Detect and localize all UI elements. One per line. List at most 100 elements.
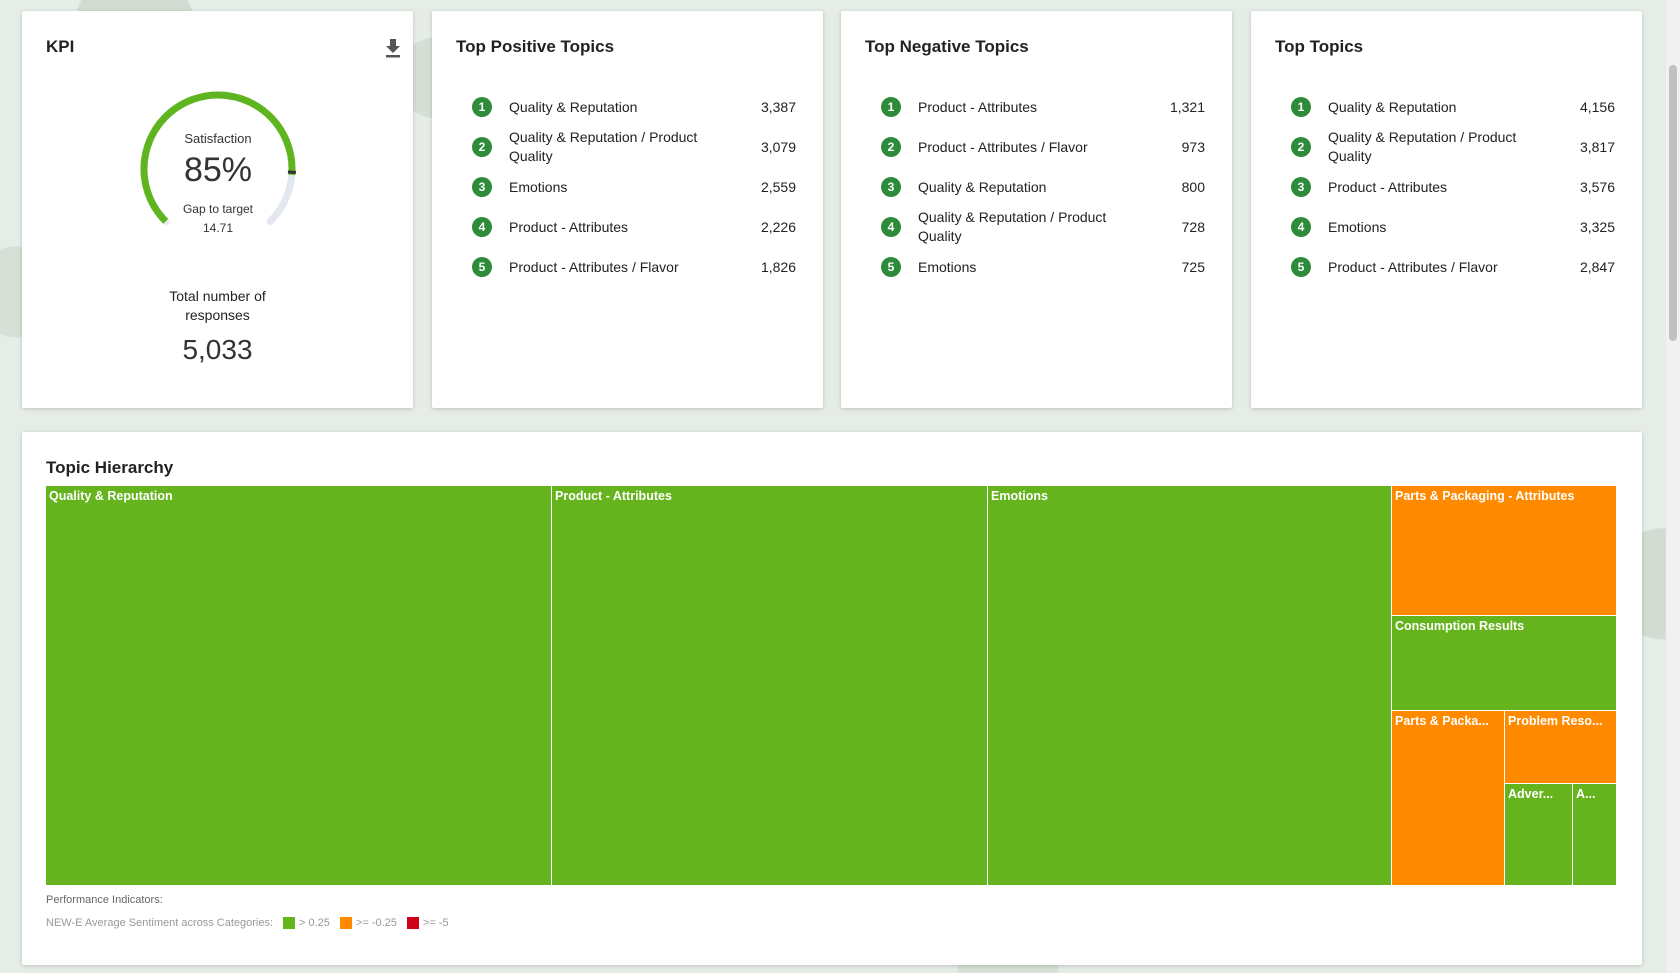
top-topics-title: Top Topics [1275, 37, 1364, 56]
treemap-tile-parts-packaging-attributes[interactable]: Parts & Packaging - Attributes [1392, 486, 1617, 616]
kpi-title: KPI [46, 37, 75, 56]
rank-badge: 4 [472, 217, 492, 237]
rank-badge: 5 [472, 257, 492, 277]
rank-badge: 5 [1291, 257, 1311, 277]
list-item[interactable]: 4 Quality & Reputation / Product Quality 7… [881, 207, 1205, 247]
treemap-tile-consumption-results[interactable]: Consumption Results [1392, 616, 1617, 711]
rank-badge: 3 [881, 177, 901, 197]
legend-item-label: > 0.25 [299, 917, 330, 929]
satisfaction-value: 85% [183, 151, 253, 189]
topic-count: 2,559 [760, 179, 796, 195]
gap-to-target-label: Gap to target [182, 202, 254, 216]
topic-count: 3,387 [760, 99, 796, 115]
gap-to-target-value: 14.71 [202, 221, 234, 235]
rank-badge: 2 [881, 137, 901, 157]
topic-count: 973 [1181, 139, 1205, 155]
rank-badge: 3 [472, 177, 492, 197]
topic-name: Product - Attributes [1328, 178, 1448, 195]
treemap-tile-product-attributes[interactable]: Product - Attributes [552, 486, 988, 886]
topic-name: Quality & Reputation [918, 178, 1047, 195]
topic-count: 2,226 [760, 219, 796, 235]
topic-name: Product - Attributes [509, 218, 629, 235]
topic-name: Quality & Reputation [1328, 98, 1457, 115]
topic-count: 3,079 [760, 139, 796, 155]
list-item[interactable]: 5 Emotions 725 [881, 247, 1205, 287]
list-item[interactable]: 3 Emotions 2,559 [472, 167, 796, 207]
rank-badge: 1 [472, 97, 492, 117]
topic-name: Quality & Reputation / Product Quality [1328, 129, 1517, 164]
topic-name: Emotions [509, 178, 568, 195]
page-scrollbar[interactable] [1666, 0, 1680, 973]
topic-hierarchy-card: Topic Hierarchy Quality & Reputation Pro… [22, 432, 1642, 965]
satisfaction-label: Satisfaction [184, 131, 252, 146]
list-item[interactable]: 1 Product - Attributes 1,321 [881, 87, 1205, 127]
legend-label: NEW-E Average Sentiment across Categorie… [46, 917, 274, 929]
top-negative-title: Top Negative Topics [865, 37, 1029, 56]
topic-name: Quality & Reputation [509, 98, 638, 115]
topic-count: 725 [1181, 259, 1205, 275]
list-item[interactable]: 3 Product - Attributes 3,576 [1291, 167, 1615, 207]
top-positive-title: Top Positive Topics [456, 37, 615, 56]
list-item[interactable]: 1 Quality & Reputation 3,387 [472, 87, 796, 127]
top-negative-topics-card: Top Negative Topics 1 Product - Attribute… [841, 11, 1232, 408]
satisfaction-gauge: Satisfaction 85% Gap to target 14.71 [130, 81, 306, 257]
list-item[interactable]: 2 Product - Attributes / Flavor 973 [881, 127, 1205, 167]
topic-count: 800 [1181, 179, 1205, 195]
list-item[interactable]: 3 Quality & Reputation 800 [881, 167, 1205, 207]
rank-badge: 4 [1291, 217, 1311, 237]
rank-badge: 3 [1291, 177, 1311, 197]
topic-count: 728 [1181, 219, 1205, 235]
top-positive-topics-card: Top Positive Topics 1 Quality & Reputatio… [432, 11, 823, 408]
topic-name: Quality & Reputation / Product Quality [918, 209, 1107, 244]
topic-name: Quality & Reputation / Product Quality [509, 129, 698, 164]
list-item[interactable]: 2 Quality & Reputation / Product Quality 3… [472, 127, 796, 167]
rank-badge: 1 [1291, 97, 1311, 117]
treemap-tile-a[interactable]: A... [1573, 784, 1617, 886]
kpi-card: KPI Satisfaction 85% Gap to target 14.71… [22, 11, 413, 408]
topic-name: Product - Attributes / Flavor [509, 258, 679, 275]
topic-count: 3,325 [1579, 219, 1615, 235]
rank-badge: 5 [881, 257, 901, 277]
legend-swatch-green [283, 917, 296, 929]
total-label-line1: Total number of [169, 288, 266, 304]
top-topic-list: 1 Quality & Reputation 4,156 2 Quality & Re… [1291, 87, 1615, 287]
positive-topic-list: 1 Quality & Reputation 3,387 2 Quality & Re… [472, 87, 796, 287]
legend-item-label: >= -5 [422, 917, 449, 929]
legend-swatch-red [406, 917, 419, 929]
list-item[interactable]: 5 Product - Attributes / Flavor 1,826 [472, 247, 796, 287]
treemap-tile-parts-packaging[interactable]: Parts & Packa... [1392, 711, 1505, 886]
legend-swatch-orange [339, 917, 352, 929]
topic-count: 2,847 [1579, 259, 1615, 275]
download-icon[interactable] [383, 37, 403, 59]
total-responses-value: 5,033 [182, 334, 253, 365]
legend-item-label: >= -0.25 [355, 917, 397, 929]
topic-count: 1,826 [760, 259, 796, 275]
treemap-tile-quality-reputation[interactable]: Quality & Reputation [46, 486, 552, 886]
list-item[interactable]: 1 Quality & Reputation 4,156 [1291, 87, 1615, 127]
scrollbar-thumb[interactable] [1669, 65, 1677, 341]
total-label-line2: responses [185, 307, 250, 323]
topic-name: Emotions [918, 258, 977, 275]
total-responses-label: Total number of responses [22, 287, 413, 325]
topic-count: 4,156 [1579, 99, 1615, 115]
treemap-tile-advertising[interactable]: Adver... [1505, 784, 1573, 886]
topic-hierarchy-title: Topic Hierarchy [46, 458, 174, 477]
treemap-tile-problem-resolution[interactable]: Problem Reso... [1505, 711, 1617, 784]
list-item[interactable]: 4 Emotions 3,325 [1291, 207, 1615, 247]
rank-badge: 4 [881, 217, 901, 237]
negative-topic-list: 1 Product - Attributes 1,321 2 Product - At… [881, 87, 1205, 287]
topic-count: 1,321 [1169, 99, 1205, 115]
topic-treemap: Quality & Reputation Product - Attribute… [46, 486, 1617, 886]
performance-indicators-title: Performance Indicators: [46, 894, 163, 906]
rank-badge: 2 [1291, 137, 1311, 157]
list-item[interactable]: 5 Product - Attributes / Flavor 2,847 [1291, 247, 1615, 287]
sentiment-legend: NEW-E Average Sentiment across Categorie… [46, 917, 449, 929]
topic-name: Product - Attributes [918, 98, 1038, 115]
treemap-tile-emotions[interactable]: Emotions [988, 486, 1392, 886]
rank-badge: 2 [472, 137, 492, 157]
topic-name: Product - Attributes / Flavor [1328, 258, 1498, 275]
list-item[interactable]: 2 Quality & Reputation / Product Quality 3… [1291, 127, 1615, 167]
topic-count: 3,817 [1579, 139, 1615, 155]
list-item[interactable]: 4 Product - Attributes 2,226 [472, 207, 796, 247]
topic-name: Emotions [1328, 218, 1387, 235]
